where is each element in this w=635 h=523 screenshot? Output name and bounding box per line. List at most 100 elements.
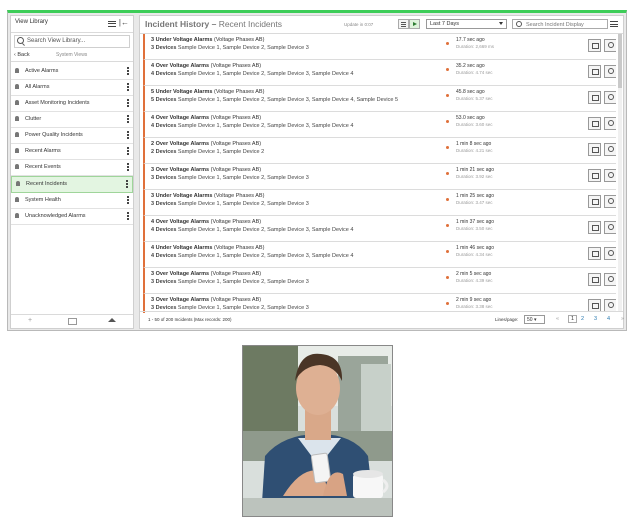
waveform-view-button[interactable] (588, 273, 601, 286)
more-options-icon[interactable] (127, 147, 129, 156)
sidebar-item[interactable]: Asset Monitoring Incidents (11, 96, 133, 112)
sidebar-item[interactable]: Active Alarms (11, 64, 133, 80)
bell-icon (16, 181, 20, 186)
view-library-footer: + (11, 314, 133, 328)
waveform-view-button[interactable] (588, 247, 601, 260)
more-options-icon[interactable] (127, 67, 129, 76)
incident-duration: Duration: 4.34 sec (456, 252, 493, 257)
time-range-select[interactable]: Last 7 Days (426, 19, 507, 29)
incident-title: 3 Under Voltage Alarms (Voltage Phases A… (151, 37, 264, 43)
menu-icon[interactable] (610, 21, 618, 29)
more-options-icon[interactable] (127, 83, 129, 92)
waveform-view-button[interactable] (588, 39, 601, 52)
incident-details-button[interactable] (604, 247, 616, 260)
incident-count: 3 (151, 297, 155, 303)
magnify-icon (608, 172, 614, 178)
incident-details-button[interactable] (604, 143, 616, 156)
incident-details-button[interactable] (604, 117, 616, 130)
incident-details-button[interactable] (604, 273, 616, 286)
incident-phase: (Voltage Phases AB) (210, 297, 262, 303)
sidebar-item[interactable]: All Alarms (11, 80, 133, 96)
incident-details-button[interactable] (604, 169, 616, 182)
bell-icon (15, 132, 19, 137)
more-options-icon[interactable] (127, 115, 129, 124)
device-list: Sample Device 1, Sample Device 2 (177, 149, 265, 155)
sidebar-item[interactable]: System Health (11, 193, 133, 209)
home-icon[interactable] (108, 318, 116, 322)
incident-details-button[interactable] (604, 221, 616, 234)
incident-time-ago: 1 min 21 sec ago (456, 167, 495, 173)
sidebar-item[interactable]: Recent Events (11, 160, 133, 176)
waveform-view-button[interactable] (588, 143, 601, 156)
lines-per-page-label: Lines/page: (495, 317, 519, 322)
waveform-view-button[interactable] (588, 195, 601, 208)
incident-row[interactable]: 3 Over Voltage Alarms (Voltage Phases AB… (143, 164, 616, 190)
sidebar-item[interactable]: Unacknowledged Alarms (11, 209, 133, 225)
lines-per-page-select[interactable]: 50 ▾ (524, 315, 545, 324)
incident-row[interactable]: 3 Over Voltage Alarms (Voltage Phases AB… (143, 268, 616, 294)
chart-icon (592, 147, 599, 153)
sidebar-item[interactable]: Recent Incidents (11, 176, 133, 193)
incident-devices: 5 Devices Sample Device 1, Sample Device… (151, 97, 399, 103)
waveform-view-button[interactable] (588, 65, 601, 78)
scrollbar-thumb[interactable] (618, 34, 622, 88)
incident-details-button[interactable] (604, 91, 616, 104)
page-link[interactable]: 3 (594, 316, 597, 322)
prev-page-button[interactable]: « (556, 316, 559, 322)
bell-icon (15, 213, 19, 218)
page-link[interactable]: 2 (581, 316, 584, 322)
waveform-view-button[interactable] (588, 221, 601, 234)
incident-row[interactable]: 4 Over Voltage Alarms (Voltage Phases AB… (143, 112, 616, 138)
incident-row[interactable]: 4 Over Voltage Alarms (Voltage Phases AB… (143, 60, 616, 86)
waveform-view-button[interactable] (588, 91, 601, 104)
waveform-view-button[interactable] (588, 169, 601, 182)
device-list: Sample Device 1, Sample Device 2, Sample… (177, 45, 309, 51)
incident-count: 3 (151, 271, 155, 277)
device-list: Sample Device 1, Sample Device 2, Sample… (177, 253, 354, 259)
device-list: Sample Device 1, Sample Device 2, Sample… (177, 227, 354, 233)
back-button[interactable]: ‹ Back (14, 52, 30, 58)
sidebar-item[interactable]: Recent Alarms (11, 144, 133, 160)
play-button[interactable] (409, 19, 420, 29)
incident-row[interactable]: 3 Under Voltage Alarms (Voltage Phases A… (143, 190, 616, 216)
more-options-icon[interactable] (127, 212, 129, 221)
view-library-search-input[interactable]: Search View Library... (14, 35, 130, 48)
incident-type: Under Voltage Alarms (155, 37, 213, 43)
more-options-icon[interactable] (127, 131, 129, 140)
add-view-button[interactable]: + (28, 317, 32, 324)
more-options-icon[interactable] (127, 163, 129, 172)
scrollbar[interactable] (618, 34, 622, 312)
severity-indicator (446, 224, 449, 227)
incident-row[interactable]: 3 Under Voltage Alarms (Voltage Phases A… (143, 34, 616, 60)
incident-details-button[interactable] (604, 39, 616, 52)
incident-row[interactable]: 2 Over Voltage Alarms (Voltage Phases AB… (143, 138, 616, 164)
page-link[interactable]: 4 (607, 316, 610, 322)
view-library-panel: View Library |← Search View Library... ‹… (10, 15, 134, 329)
sidebar-item[interactable]: Clutter (11, 112, 133, 128)
incident-type: Under Voltage Alarms (155, 245, 213, 251)
more-options-icon[interactable] (126, 180, 128, 189)
more-options-icon[interactable] (127, 99, 129, 108)
incident-phase: (Voltage Phases AB) (213, 193, 265, 199)
incident-time-ago: 17.7 sec ago (456, 37, 485, 43)
more-options-icon[interactable] (127, 196, 129, 205)
add-folder-icon[interactable] (68, 318, 77, 325)
collapse-panel-icon[interactable]: |← (119, 18, 129, 27)
incident-details-button[interactable] (604, 65, 616, 78)
incident-row[interactable]: 5 Under Voltage Alarms (Voltage Phases A… (143, 86, 616, 112)
incident-row[interactable]: 4 Under Voltage Alarms (Voltage Phases A… (143, 242, 616, 268)
severity-indicator (446, 94, 449, 97)
sidebar-item[interactable]: Power Quality Incidents (11, 128, 133, 144)
incident-time-ago: 2 min 9 sec ago (456, 297, 492, 303)
page-link[interactable]: 1 (568, 315, 578, 323)
incident-details-button[interactable] (604, 195, 616, 208)
grid-view-button[interactable] (398, 19, 409, 29)
menu-icon[interactable] (108, 19, 116, 27)
incident-devices: 4 Devices Sample Device 1, Sample Device… (151, 253, 354, 259)
incident-phase: (Voltage Phases AB) (213, 245, 265, 251)
incident-row[interactable]: 4 Over Voltage Alarms (Voltage Phases AB… (143, 216, 616, 242)
incident-search-input[interactable]: Search Incident Display (512, 19, 608, 29)
waveform-view-button[interactable] (588, 117, 601, 130)
incident-count: 4 (151, 219, 155, 225)
next-page-button[interactable]: » (621, 316, 624, 322)
